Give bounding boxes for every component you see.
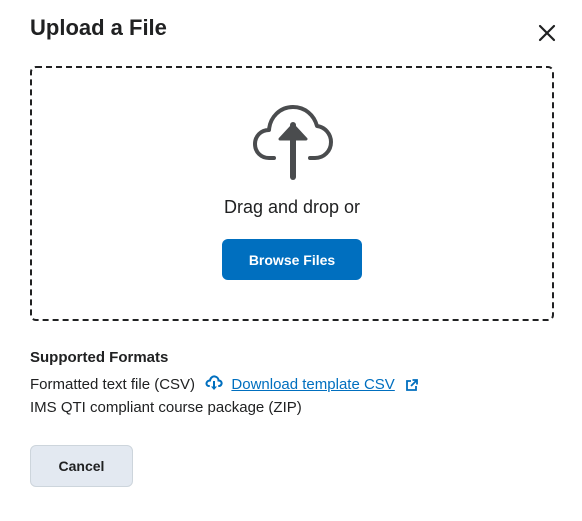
csv-format-row: Formatted text file (CSV) Download templ… [30,374,418,395]
download-cloud-icon [205,375,223,390]
download-template-csv-link[interactable]: Download template CSV [231,376,394,393]
cloud-upload-icon [253,105,333,180]
external-link-icon[interactable] [405,379,418,392]
drag-drop-text: Drag and drop or [223,197,361,217]
file-dropzone[interactable]: Drag and drop or Browse Files [30,66,554,321]
dialog-title: Upload a File [30,15,167,40]
zip-format-row: IMS QTI compliant course package (ZIP) [30,398,302,418]
zip-format-label: IMS QTI compliant course package (ZIP) [30,399,302,416]
csv-format-label: Formatted text file (CSV) [30,376,196,393]
close-icon [538,24,556,42]
upload-file-dialog: Upload a File Drag and drop or Browse Fi… [0,0,582,521]
browse-files-button[interactable]: Browse Files [222,239,362,280]
cancel-button[interactable]: Cancel [30,445,133,487]
close-button[interactable] [536,22,558,44]
supported-formats-heading: Supported Formats [30,349,169,366]
